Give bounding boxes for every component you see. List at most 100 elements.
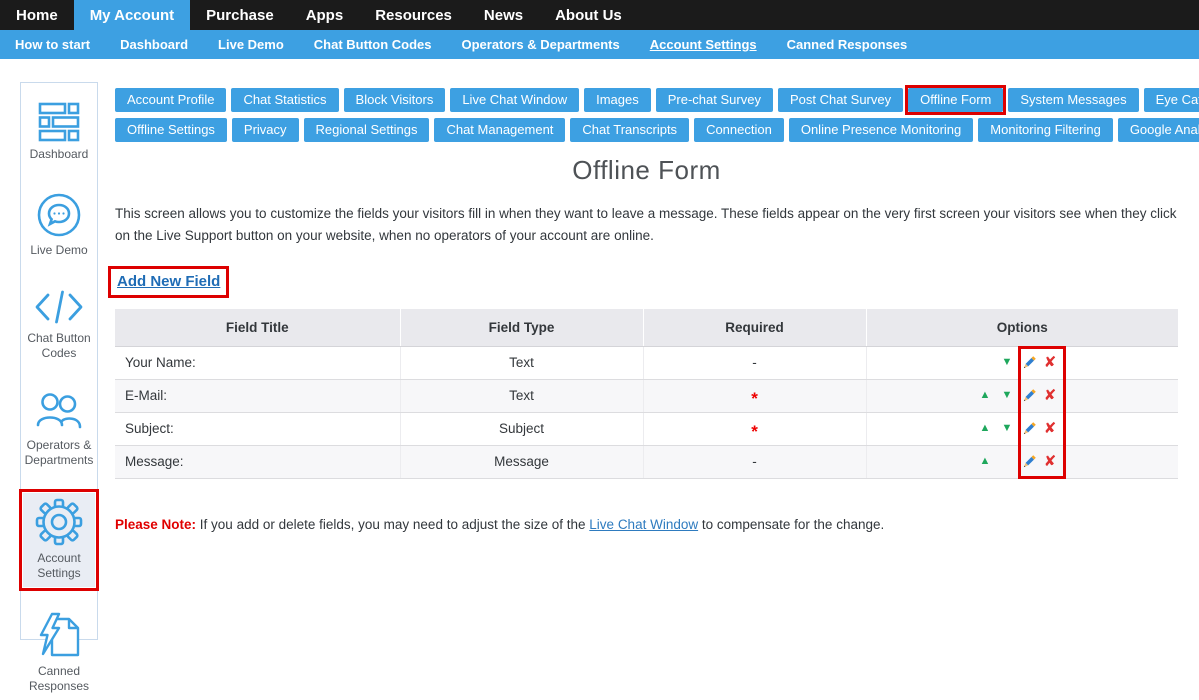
top-nav-resources[interactable]: Resources <box>359 0 468 30</box>
tab-privacy[interactable]: Privacy <box>232 118 299 142</box>
tab-post-chat-survey[interactable]: Post Chat Survey <box>778 88 903 112</box>
delete-icon[interactable]: ✘ <box>1044 388 1057 403</box>
tab-connection[interactable]: Connection <box>694 118 784 142</box>
move-up-icon[interactable]: ▲ <box>980 456 991 467</box>
tab-pre-chat-survey[interactable]: Pre-chat Survey <box>656 88 773 112</box>
sidebar-item-label: Canned Responses <box>23 664 95 694</box>
move-up-icon[interactable]: ▲ <box>980 390 991 401</box>
edit-icon[interactable] <box>1018 454 1040 470</box>
sub-nav-account-settings[interactable]: Account Settings <box>635 30 772 59</box>
sub-nav-chat-button-codes[interactable]: Chat Button Codes <box>299 30 447 59</box>
page-title: Offline Form <box>115 155 1178 186</box>
tab-live-chat-window[interactable]: Live Chat Window <box>450 88 579 112</box>
sidebar-item-dashboard[interactable]: Dashboard <box>23 97 95 168</box>
tab-chat-transcripts[interactable]: Chat Transcripts <box>570 118 689 142</box>
table-row-email: E-Mail: Text * ▲ ▼ <box>115 379 1178 412</box>
sidebar-item-operators-departments[interactable]: Operators & Departments <box>23 386 95 474</box>
dashboard-icon <box>38 102 80 142</box>
edit-icon[interactable] <box>1018 355 1040 371</box>
sub-nav: How to start Dashboard Live Demo Chat Bu… <box>0 30 1199 59</box>
field-title-cell: Your Name: <box>115 346 400 379</box>
sub-nav-how-to-start[interactable]: How to start <box>0 30 105 59</box>
table-header-row: Field Title Field Type Required Options <box>115 309 1178 346</box>
options-cell: ▲ ▼ <box>866 379 1178 412</box>
tab-images[interactable]: Images <box>584 88 651 112</box>
field-type-cell: Message <box>400 445 643 478</box>
header-field-title: Field Title <box>115 309 400 346</box>
note-label: Please Note: <box>115 517 196 532</box>
move-down-icon[interactable]: ▼ <box>1002 390 1013 401</box>
tab-chat-management[interactable]: Chat Management <box>434 118 565 142</box>
top-nav-news[interactable]: News <box>468 0 539 30</box>
top-nav: Home My Account Purchase Apps Resources … <box>0 0 1199 30</box>
sub-nav-operators-departments[interactable]: Operators & Departments <box>447 30 635 59</box>
sidebar-item-label: Operators & Departments <box>23 438 95 468</box>
sub-nav-dashboard[interactable]: Dashboard <box>105 30 203 59</box>
delete-icon[interactable]: ✘ <box>1044 355 1057 370</box>
field-type-cell: Text <box>400 379 643 412</box>
field-type-cell: Subject <box>400 412 643 445</box>
tab-regional-settings[interactable]: Regional Settings <box>304 118 430 142</box>
tab-system-messages[interactable]: System Messages <box>1008 88 1138 112</box>
add-new-field-link[interactable]: Add New Field <box>117 273 220 290</box>
top-nav-about-us[interactable]: About Us <box>539 0 638 30</box>
sidebar-item-account-settings[interactable]: Account Settings <box>23 493 95 587</box>
field-title-cell: Subject: <box>115 412 400 445</box>
sidebar-item-canned-responses[interactable]: Canned Responses <box>23 606 95 700</box>
note-text: Please Note: If you add or delete fields… <box>115 517 1178 532</box>
top-nav-apps[interactable]: Apps <box>290 0 360 30</box>
sidebar: Dashboard Live Demo Chat Button Codes <box>20 82 98 640</box>
options-cell: ▲ ▼ <box>866 412 1178 445</box>
settings-tabs-row-2: Offline Settings Privacy Regional Settin… <box>115 118 1178 142</box>
move-down-icon[interactable]: ▼ <box>1002 357 1013 368</box>
fields-table-wrap: Field Title Field Type Required Options … <box>115 309 1178 479</box>
field-title-cell: E-Mail: <box>115 379 400 412</box>
delete-icon[interactable]: ✘ <box>1044 454 1057 469</box>
options-cell: ▲ ▼ <box>866 445 1178 478</box>
required-cell: - <box>643 445 866 478</box>
tab-google-analytics[interactable]: Google Analytics <box>1118 118 1199 142</box>
header-field-type: Field Type <box>400 309 643 346</box>
tab-account-profile[interactable]: Account Profile <box>115 88 226 112</box>
tab-monitoring-filtering[interactable]: Monitoring Filtering <box>978 118 1113 142</box>
code-icon <box>33 288 85 326</box>
tab-chat-statistics[interactable]: Chat Statistics <box>231 88 338 112</box>
field-type-cell: Text <box>400 346 643 379</box>
tab-online-presence-monitoring[interactable]: Online Presence Monitoring <box>789 118 973 142</box>
gear-icon <box>35 498 83 546</box>
sidebar-item-chat-button-codes[interactable]: Chat Button Codes <box>23 283 95 367</box>
required-cell: - <box>643 346 866 379</box>
edit-icon[interactable] <box>1018 421 1040 437</box>
main-content: Account Profile Chat Statistics Block Vi… <box>115 88 1178 532</box>
tab-offline-settings[interactable]: Offline Settings <box>115 118 227 142</box>
tab-offline-form[interactable]: Offline Form <box>908 88 1003 112</box>
tab-block-visitors[interactable]: Block Visitors <box>344 88 446 112</box>
chat-bubble-icon <box>36 192 82 238</box>
sidebar-item-label: Dashboard <box>30 147 89 162</box>
top-nav-home[interactable]: Home <box>0 0 74 30</box>
field-title-cell: Message: <box>115 445 400 478</box>
table-row-your-name: Your Name: Text - ▲ ▼ <box>115 346 1178 379</box>
fields-table: Field Title Field Type Required Options … <box>115 309 1178 479</box>
edit-icon[interactable] <box>1018 388 1040 404</box>
live-chat-window-link[interactable]: Live Chat Window <box>589 517 698 532</box>
header-options: Options <box>866 309 1178 346</box>
highlight-add-new-field: Add New Field <box>117 273 220 291</box>
sidebar-item-live-demo[interactable]: Live Demo <box>23 187 95 264</box>
top-nav-purchase[interactable]: Purchase <box>190 0 290 30</box>
sidebar-item-label: Account Settings <box>23 551 95 581</box>
settings-tabs-row-1: Account Profile Chat Statistics Block Vi… <box>115 88 1178 112</box>
delete-icon[interactable]: ✘ <box>1044 421 1057 436</box>
sub-nav-canned-responses[interactable]: Canned Responses <box>772 30 923 59</box>
move-up-icon[interactable]: ▲ <box>980 423 991 434</box>
tab-eye-catcher[interactable]: Eye Catcher <box>1144 88 1199 112</box>
table-row-message: Message: Message - ▲ ▼ <box>115 445 1178 478</box>
page-description: This screen allows you to customize the … <box>115 203 1178 247</box>
sub-nav-live-demo[interactable]: Live Demo <box>203 30 299 59</box>
sidebar-item-label: Chat Button Codes <box>23 331 95 361</box>
top-nav-my-account[interactable]: My Account <box>74 0 190 30</box>
header-required: Required <box>643 309 866 346</box>
move-down-icon[interactable]: ▼ <box>1002 423 1013 434</box>
lightning-document-icon <box>35 611 83 659</box>
sidebar-item-label: Live Demo <box>30 243 87 258</box>
